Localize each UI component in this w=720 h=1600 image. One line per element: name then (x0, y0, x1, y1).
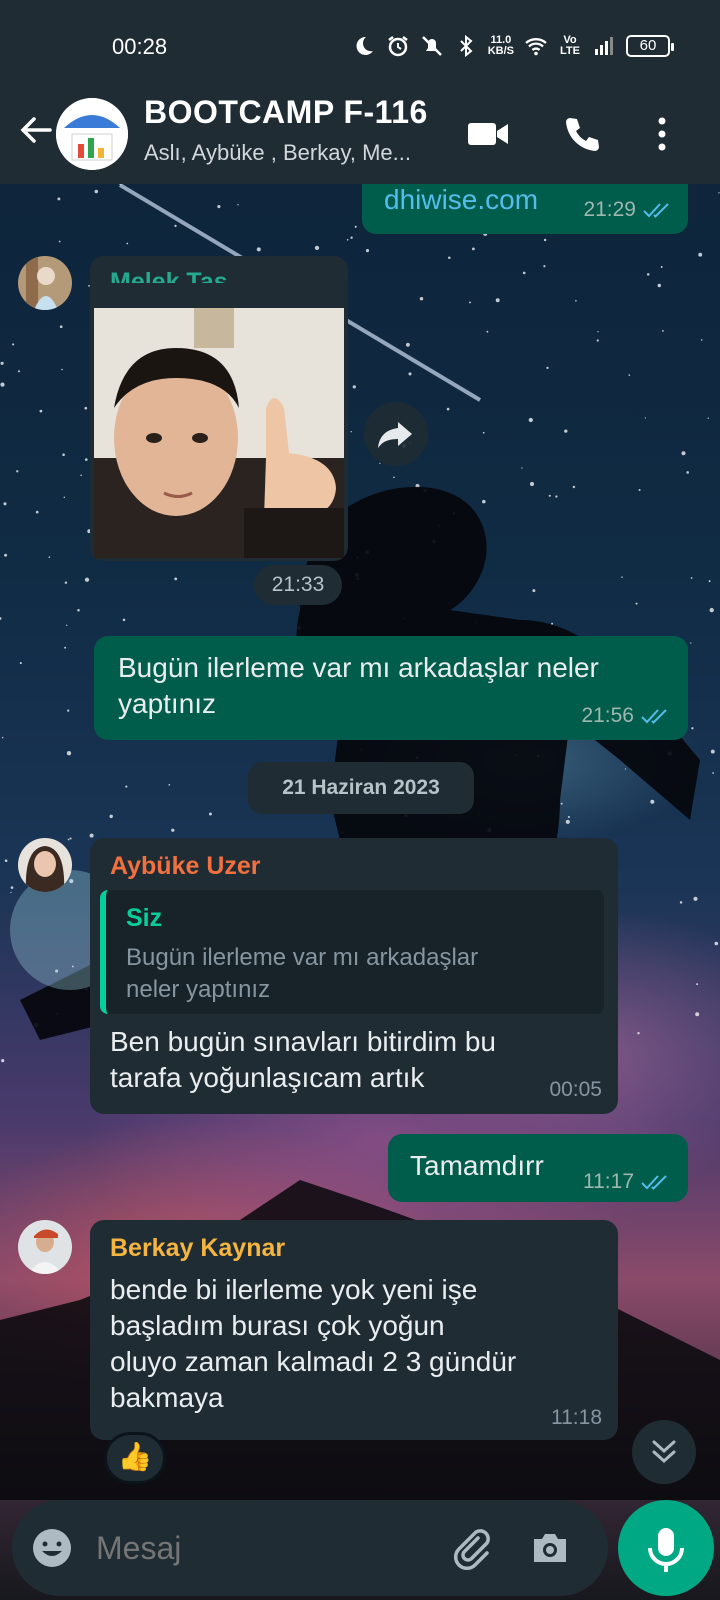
message-meta: 21:56 (581, 704, 670, 728)
photo-boy-thumbs-up (94, 308, 344, 558)
avatar-aybuke[interactable] (18, 838, 72, 892)
group-title[interactable]: BOOTCAMP F-116 (144, 94, 428, 131)
image-timestamp: 21:33 (254, 565, 342, 605)
video-call-icon[interactable] (466, 112, 510, 156)
more-vert-icon[interactable] (640, 112, 684, 156)
avatar-berkay[interactable] (18, 1220, 72, 1274)
message-line: tarafa yoğunlaşıcam artık (110, 1062, 425, 1093)
voice-record-button[interactable] (618, 1500, 714, 1596)
avatar-image (18, 1220, 72, 1274)
message-input[interactable] (96, 1522, 436, 1574)
avatar-image (18, 256, 72, 310)
message-time: 21:56 (581, 704, 634, 727)
bluetooth-icon (460, 34, 473, 58)
moon-icon (356, 36, 373, 55)
forward-button[interactable] (364, 402, 428, 466)
read-ticks-icon (641, 1175, 667, 1190)
message-text: Tamamdırr (410, 1150, 544, 1181)
forward-icon (378, 422, 412, 448)
message-line: yaptınız (118, 688, 217, 719)
incoming-image-message[interactable]: Melek Taş (90, 256, 348, 296)
message-link[interactable]: dhiwise.com (384, 184, 538, 216)
quoted-text: Bugün ilerleme var mı arkadaşlar neler y… (126, 942, 536, 1006)
status-icons: 11.0 KB/S Vo LTE 60 (352, 34, 674, 58)
quoted-line: neler yaptınız (126, 976, 271, 1003)
double-chevron-down-icon (652, 1440, 676, 1464)
avatar-melek[interactable] (18, 256, 72, 310)
message-time: 21:29 (583, 198, 636, 221)
volte-indicator: Vo LTE (560, 34, 580, 57)
chat-header-top: BOOTCAMP F-116 Aslı, Aybüke , Berkay, Me… (0, 88, 720, 184)
emoji-icon[interactable] (30, 1526, 74, 1570)
quoted-message[interactable]: Siz Bugün ilerleme var mı arkadaşlar nel… (100, 890, 604, 1014)
message-meta: 00:05 (549, 1078, 602, 1102)
message-text: Ben bugün sınavları bitirdim bu tarafa y… (110, 1024, 496, 1096)
mute-icon (421, 36, 442, 56)
message-line: bakmaya (110, 1382, 224, 1413)
group-members[interactable]: Aslı, Aybüke , Berkay, Me... (144, 140, 411, 166)
mic-icon (648, 1528, 684, 1572)
sender-name: Berkay Kaynar (110, 1234, 286, 1262)
message-line: Ben bugün sınavları bitirdim bu (110, 1026, 496, 1057)
message-text: Bugün ilerleme var mı arkadaşlar neler y… (118, 650, 599, 722)
status-bar: 00:28 11.0 KB/S Vo LTE 60 (0, 0, 720, 88)
message-line: oluyo zaman kalmadı 2 3 gündür (110, 1346, 517, 1377)
arrow-left-icon[interactable] (16, 110, 56, 150)
quoted-sender: Siz (126, 904, 163, 932)
outgoing-message[interactable]: Bugün ilerleme var mı arkadaşlar neler y… (94, 636, 688, 740)
message-time: 11:17 (583, 1170, 634, 1193)
sender-name: Aybüke Uzer (110, 852, 261, 880)
message-meta: 11:18 (551, 1406, 602, 1430)
wifi-icon (525, 38, 547, 56)
message-text: bende bi ilerleme yok yeni işe başladım … (110, 1272, 516, 1416)
reaction-thumbs-up[interactable]: 👍 (104, 1432, 166, 1484)
avatar-image (18, 838, 72, 892)
message-line: başladım burası çok yoğun (110, 1310, 445, 1341)
incoming-reply-message[interactable]: Aybüke Uzer Siz Bugün ilerleme var mı ar… (90, 838, 618, 1114)
incoming-message[interactable]: Berkay Kaynar bende bi ilerleme yok yeni… (90, 1220, 618, 1440)
phone-icon[interactable] (560, 112, 604, 156)
message-time: 11:18 (551, 1406, 602, 1429)
alarm-icon (387, 36, 408, 57)
battery-indicator: 60 (626, 35, 674, 57)
read-ticks-icon (643, 203, 669, 218)
message-meta: 11:17 (583, 1170, 670, 1194)
outgoing-message[interactable]: Tamamdırr 11:17 (388, 1134, 688, 1202)
status-time: 00:28 (112, 34, 168, 59)
quoted-line: Bugün ilerleme var mı arkadaşlar (126, 944, 479, 971)
camera-icon[interactable] (528, 1526, 572, 1570)
scroll-down-button[interactable] (632, 1420, 696, 1484)
group-logo (56, 98, 128, 170)
network-speed: 11.0 KB/S (488, 35, 514, 57)
shared-image[interactable] (94, 308, 344, 558)
message-time: 00:05 (549, 1078, 602, 1101)
message-meta: 21:29 (583, 198, 672, 222)
group-avatar[interactable] (56, 98, 128, 170)
signal-icon (595, 37, 613, 55)
message-line: bende bi ilerleme yok yeni işe (110, 1274, 478, 1305)
message-line: Bugün ilerleme var mı arkadaşlar neler (118, 652, 599, 683)
paperclip-icon[interactable] (448, 1524, 496, 1572)
network-speed-unit: KB/S (487, 45, 514, 57)
date-separator: 21 Haziran 2023 (248, 762, 474, 814)
read-ticks-icon (641, 709, 667, 724)
message-input-bar[interactable] (12, 1500, 608, 1596)
